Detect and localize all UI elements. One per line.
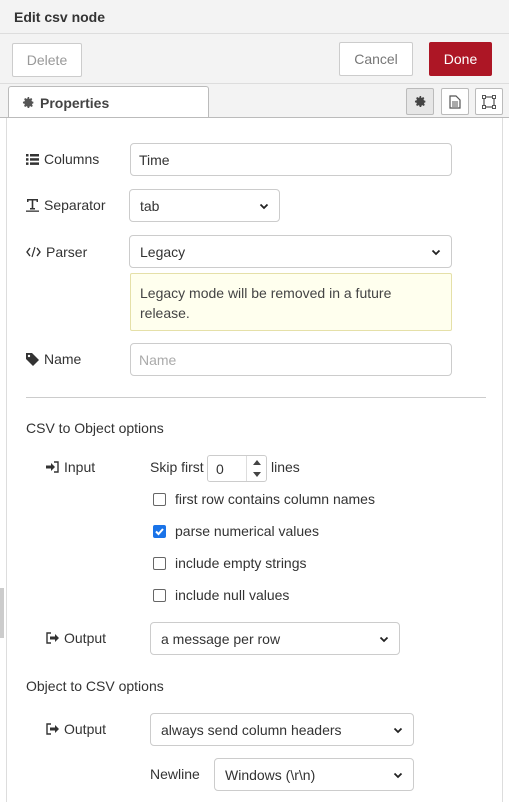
separator-label: Separator <box>26 197 105 213</box>
stepper-arrows[interactable] <box>246 456 266 481</box>
chevron-down-icon <box>379 636 389 642</box>
section-divider <box>26 397 486 398</box>
list-icon <box>26 153 39 165</box>
columns-input[interactable]: Time <box>130 143 452 176</box>
input-label: Input <box>46 459 95 475</box>
caret-down-icon[interactable] <box>247 469 267 481</box>
newline-value: Windows (\r\n) <box>225 766 316 783</box>
parser-select[interactable]: Legacy <box>129 235 452 268</box>
skip-lines-value: 0 <box>216 461 224 477</box>
option-label: include empty strings <box>175 555 307 571</box>
output-label-text: Output <box>64 630 107 646</box>
lines-label: lines <box>271 459 300 475</box>
checkmark-icon <box>155 527 164 535</box>
checkbox[interactable] <box>153 556 166 570</box>
dialog-header: Edit csv node <box>0 0 509 34</box>
header-mode-value: always send column headers <box>161 721 342 738</box>
sign-in-icon <box>46 461 59 473</box>
name-label: Name <box>26 351 81 367</box>
checkbox[interactable] <box>153 492 166 506</box>
resize-handle[interactable] <box>0 588 4 638</box>
input-label-text: Input <box>64 459 96 475</box>
sign-out-icon <box>46 723 59 735</box>
separator-select[interactable]: tab <box>129 189 280 222</box>
code-icon <box>26 246 41 258</box>
option-label: parse numerical values <box>175 523 319 539</box>
chevron-down-icon <box>393 727 403 733</box>
output-mode-select[interactable]: a message per row <box>150 622 400 655</box>
skip-first-label: Skip first <box>150 459 204 475</box>
option-first-row-names[interactable]: first row contains column names <box>153 491 375 507</box>
document-icon <box>449 94 461 109</box>
chevron-down-icon <box>431 249 441 255</box>
description-tab-button[interactable] <box>441 88 469 115</box>
separator-label-text: Separator <box>44 197 106 213</box>
output-label: Output <box>46 630 106 646</box>
parser-select-value: Legacy <box>140 243 186 260</box>
option-parse-numerical[interactable]: parse numerical values <box>153 523 319 539</box>
skip-lines-stepper[interactable]: 0 <box>207 455 267 482</box>
done-button[interactable]: Done <box>429 42 492 76</box>
appearance-tab-button[interactable] <box>475 88 503 115</box>
separator-select-value: tab <box>140 197 160 214</box>
option-label: include null values <box>175 587 290 603</box>
tab-properties[interactable]: Properties <box>8 86 209 119</box>
output-label: Output <box>46 721 106 737</box>
settings-tab-button[interactable] <box>406 88 434 115</box>
gear-icon <box>22 96 34 109</box>
parser-label: Parser <box>26 244 87 260</box>
sign-out-icon <box>46 632 59 644</box>
frame-icon <box>482 94 496 109</box>
name-input[interactable]: Name <box>130 343 452 376</box>
columns-label-text: Columns <box>44 151 100 167</box>
object-to-csv-title: Object to CSV options <box>26 678 164 694</box>
tab-properties-label: Properties <box>40 95 110 111</box>
gear-icon <box>414 95 425 108</box>
caret-up-icon[interactable] <box>247 456 267 468</box>
checkbox-checked[interactable] <box>153 524 166 538</box>
delete-button[interactable]: Delete <box>12 43 82 77</box>
header-mode-select[interactable]: always send column headers <box>150 713 414 746</box>
dialog-toolbar: Delete Cancel Done <box>0 34 509 84</box>
output-mode-value: a message per row <box>161 630 281 647</box>
parser-legacy-tip: Legacy mode will be removed in a future … <box>130 273 452 331</box>
chevron-down-icon <box>259 203 269 209</box>
option-empty-strings[interactable]: include empty strings <box>153 555 307 571</box>
chevron-down-icon <box>393 772 403 778</box>
cancel-button[interactable]: Cancel <box>339 42 413 76</box>
newline-select[interactable]: Windows (\r\n) <box>214 758 414 791</box>
csv-to-object-title: CSV to Object options <box>26 420 164 436</box>
option-null-values[interactable]: include null values <box>153 587 289 603</box>
dialog-title: Edit csv node <box>14 9 106 25</box>
tag-icon <box>26 352 39 366</box>
option-label: first row contains column names <box>175 491 375 507</box>
name-label-text: Name <box>44 351 82 367</box>
parser-label-text: Parser <box>46 244 88 260</box>
columns-label: Columns <box>26 151 99 167</box>
text-format-icon <box>26 199 39 212</box>
newline-label: Newline <box>150 766 200 782</box>
checkbox[interactable] <box>153 588 166 602</box>
output-label-text: Output <box>64 721 107 737</box>
